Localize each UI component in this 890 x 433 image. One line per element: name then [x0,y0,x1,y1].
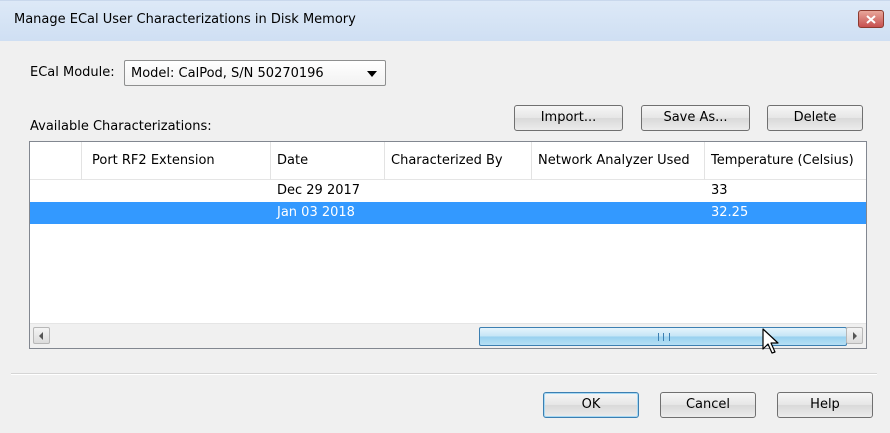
ecal-module-label: ECal Module: [30,65,115,80]
cell-temperature: 32.25 [711,205,749,220]
cell-temperature: 33 [711,183,728,198]
column-header-blank[interactable] [30,142,82,180]
table-row[interactable]: Dec 29 2017 33 [30,180,866,202]
horizontal-scrollbar[interactable] [30,323,866,348]
ecal-module-value: Model: CalPod, S/N 50270196 [131,66,324,81]
window-title: Manage ECal User Characterizations in Di… [14,12,356,27]
characterizations-table[interactable]: Port RF2 Extension Date Characterized By… [29,141,867,349]
column-header-port-rf2[interactable]: Port RF2 Extension [82,142,271,180]
cancel-button[interactable]: Cancel [660,392,756,418]
cell-characterized-by [385,180,391,202]
column-header-characterized-by[interactable]: Characterized By [385,142,532,180]
ok-button[interactable]: OK [543,392,639,418]
cell-network-analyzer [532,202,538,224]
footer-separator [11,373,877,375]
cell-date: Dec 29 2017 [277,183,361,198]
scroll-right-button[interactable] [846,327,863,344]
help-button[interactable]: Help [777,392,873,418]
import-button[interactable]: Import... [514,105,623,131]
scroll-left-button[interactable] [33,327,50,344]
mouse-cursor-icon [762,328,779,354]
delete-button[interactable]: Delete [767,105,863,131]
table-row-selected[interactable]: Jan 03 2018 32.25 [30,202,866,224]
close-icon [866,14,876,24]
column-header-date[interactable]: Date [271,142,385,180]
close-button[interactable] [858,10,884,28]
cell-characterized-by [385,202,391,224]
grip-icon [658,333,670,341]
ecal-module-dropdown[interactable]: Model: CalPod, S/N 50270196 [124,60,386,86]
cell-date: Jan 03 2018 [277,205,355,220]
arrow-right-icon [853,332,857,340]
cell-port-rf2 [82,202,88,224]
save-as-button[interactable]: Save As... [641,105,750,131]
available-characterizations-label: Available Characterizations: [30,119,212,134]
cell-port-rf2 [82,180,88,202]
chevron-down-icon [367,71,377,77]
column-header-temperature[interactable]: Temperature (Celsius) [705,142,866,180]
dialog-window: Manage ECal User Characterizations in Di… [0,0,890,433]
title-bar[interactable]: Manage ECal User Characterizations in Di… [0,1,890,41]
column-header-network-analyzer[interactable]: Network Analyzer Used [532,142,705,180]
arrow-left-icon [39,332,43,340]
table-header: Port RF2 Extension Date Characterized By… [30,142,866,180]
cell-network-analyzer [532,180,538,202]
scrollbar-thumb[interactable] [479,327,847,346]
